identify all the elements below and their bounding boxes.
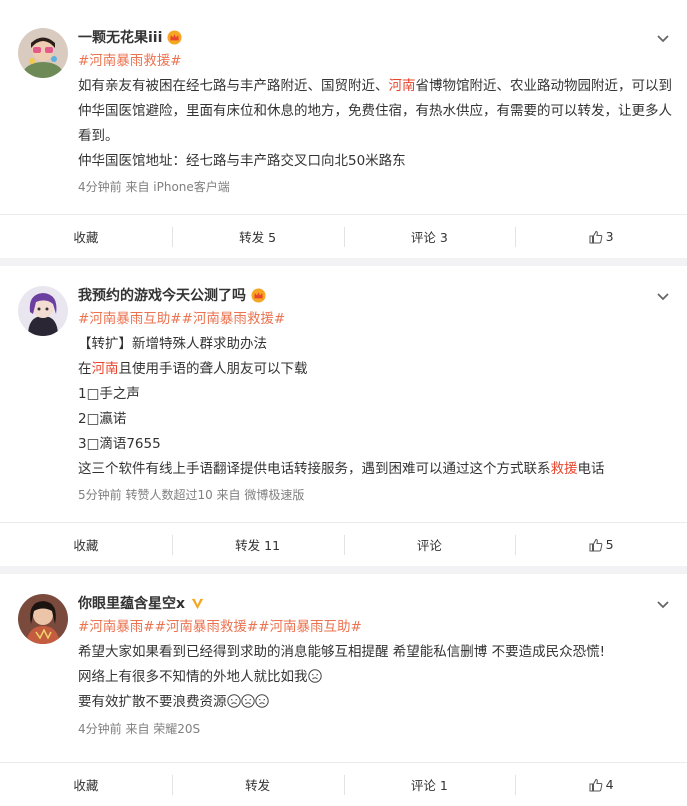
thumbs-up-icon [589,778,603,792]
like-count: 3 [605,229,614,244]
post-text: 3□滴语7655 [78,436,161,452]
author-row: 你眼里蕴含星空x [78,593,205,613]
author-row: 我预约的游戏今天公测了吗 [78,285,266,305]
like-button[interactable]: 5 [515,523,687,566]
like-button[interactable]: 4 [515,763,687,806]
action-bar: 收藏 转发 11 评论 5 [0,522,687,566]
keyword-highlight: 河南 [91,361,119,377]
collect-button[interactable]: 收藏 [0,215,172,258]
post-card: 我预约的游戏今天公测了吗 #河南暴雨互助##河南暴雨救援# 【转扩】新增特殊人群… [0,266,687,566]
post-text: 1□手之声 [78,386,140,402]
post-text: 这三个软件有线上手语翻译提供电话转接服务，遇到困难可以通过这个方式联系救援电话 [78,461,605,477]
author-name[interactable]: 你眼里蕴含星空x [78,593,185,613]
collect-button[interactable]: 收藏 [0,523,172,566]
action-bar: 收藏 转发 评论 1 4 [0,762,687,806]
chevron-down-icon[interactable] [655,288,671,304]
post-text: 要有效扩散不要浪费资源 [78,690,676,715]
post-text: 【转扩】新增特殊人群求助办法 [78,336,267,352]
post-content: #河南暴雨救援# 如有亲友有被困在经七路与丰产路附近、国贸附近、河南省博物馆附近… [78,49,676,174]
post-text: 仲华国医馆地址：经七路与丰产路交叉口向北50米路东 [78,153,406,169]
author-row: 一颗无花果iii [78,27,182,47]
keyword-highlight: 救援 [550,461,578,477]
repost-button[interactable]: 转发 [171,763,344,806]
post-text: 希望大家如果看到已经得到求助的消息能够互相提醒 希望能私信删博 不要造成民众恐慌… [78,644,605,660]
verified-v-icon [190,596,205,611]
post-text: 网络上有很多不知情的外地人就比如我 [78,665,676,690]
like-button[interactable]: 3 [515,215,687,258]
thumbs-up-icon [589,538,603,552]
action-bar: 收藏 转发 5 评论 3 3 [0,214,687,258]
crown-icon [167,29,182,45]
crying-face-icon [307,669,322,683]
avatar[interactable] [18,286,68,336]
post-meta: 4分钟前 来自 iPhone客户端 [78,180,230,194]
repost-button[interactable]: 转发 5 [171,215,344,258]
post-meta: 4分钟前 来自 荣耀20S [78,722,201,736]
author-name[interactable]: 一颗无花果iii [78,27,162,47]
comment-button[interactable]: 评论 [343,523,516,566]
like-count: 4 [605,777,614,792]
chevron-down-icon[interactable] [655,596,671,612]
hashtag-link[interactable]: #河南暴雨# [78,619,155,635]
thumbs-up-icon [589,230,603,244]
hashtag-link[interactable]: #河南暴雨救援# [78,53,182,69]
post-text: 2□瀛诺 [78,411,127,427]
weibo-feed: 一颗无花果iii #河南暴雨救援# 如有亲友有被困在经七路与丰产路附近、国贸附近… [0,0,687,806]
comment-button[interactable]: 评论 3 [343,215,516,258]
chevron-down-icon[interactable] [655,30,671,46]
avatar[interactable] [18,28,68,78]
post-content: #河南暴雨##河南暴雨救援##河南暴雨互助# 希望大家如果看到已经得到求助的消息… [78,615,676,715]
repost-button[interactable]: 转发 11 [171,523,344,566]
hashtag-link[interactable]: #河南暴雨互助# [78,311,182,327]
hashtag-link[interactable]: #河南暴雨互助# [258,619,362,635]
collect-button[interactable]: 收藏 [0,763,172,806]
crying-face-icon [226,694,241,708]
hashtag-link[interactable]: #河南暴雨救援# [182,311,286,327]
post-content: #河南暴雨互助##河南暴雨救援# 【转扩】新增特殊人群求助办法 在河南且使用手语… [78,307,676,482]
crying-face-icon [240,694,255,708]
comment-button[interactable]: 评论 1 [343,763,516,806]
keyword-highlight: 河南 [388,78,416,94]
author-name[interactable]: 我预约的游戏今天公测了吗 [78,285,246,305]
hashtag-link[interactable]: #河南暴雨救援# [155,619,259,635]
post-card: 一颗无花果iii #河南暴雨救援# 如有亲友有被困在经七路与丰产路附近、国贸附近… [0,0,687,258]
post-meta: 5分钟前 转赞人数超过10 来自 微博极速版 [78,488,305,502]
avatar[interactable] [18,594,68,644]
post-text: 如有亲友有被困在经七路与丰产路附近、国贸附近、河南省博物馆附近、农业路动物园附近… [78,78,672,144]
post-text: 在河南且使用手语的聋人朋友可以下载 [78,361,308,377]
crown-icon [251,287,266,303]
post-card: 你眼里蕴含星空x #河南暴雨##河南暴雨救援##河南暴雨互助# 希望大家如果看到… [0,574,687,806]
crying-face-icon [254,694,269,708]
like-count: 5 [605,537,614,552]
